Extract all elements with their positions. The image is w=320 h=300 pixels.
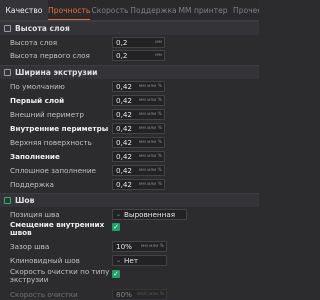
scarf-seam-dropdown[interactable]: ⌄ Нет bbox=[112, 255, 167, 266]
section-header-seam: Шов bbox=[0, 193, 259, 207]
setting-row-scarf-seam: Клиновидный шов ⌄ Нет bbox=[0, 254, 259, 267]
field-unit: мм или % bbox=[138, 126, 162, 131]
setting-row-solid-infill-width: Сплошное заполнение 0,42 мм или % bbox=[0, 164, 259, 177]
seam-gap-input[interactable]: 10% мм или % bbox=[112, 241, 167, 252]
tab-mm-printer[interactable]: MM принтер bbox=[177, 0, 229, 20]
setting-row-infill-width: Заполнение 0,42 мм или % bbox=[0, 150, 259, 163]
chevron-down-icon: ⌄ bbox=[116, 211, 122, 218]
section-title: Высота слоя bbox=[15, 24, 70, 33]
tab-bar: Качество Прочность Скорость Поддержка MM… bbox=[0, 0, 259, 21]
section-title: Ширина экструзии bbox=[15, 68, 98, 77]
first-layer-width-input[interactable]: 0,42 мм или % bbox=[112, 95, 165, 106]
field-value: 0,42 bbox=[116, 82, 133, 91]
width-icon bbox=[4, 69, 11, 76]
dropdown-value: Выровненная bbox=[124, 210, 176, 219]
field-unit: мм или % bbox=[138, 154, 162, 159]
settings-panel: Высота слоя Высота слоя 0,2 мм Высота пе… bbox=[0, 21, 259, 300]
inner-wall-width-input[interactable]: 0,42 мм или % bbox=[112, 123, 165, 134]
default-width-input[interactable]: 0,42 мм или % bbox=[112, 81, 165, 92]
setting-row-top-surface-width: Верхняя поверхность 0,42 мм или % bbox=[0, 136, 259, 149]
field-unit: мм/с или % bbox=[136, 292, 164, 297]
first-layer-height-input[interactable]: 0,2 мм bbox=[112, 50, 165, 61]
setting-label: Сплошное заполнение bbox=[10, 166, 96, 175]
setting-label: Высота слоя bbox=[10, 38, 58, 47]
field-unit: мм или % bbox=[138, 84, 162, 89]
field-value: 0,42 bbox=[116, 96, 133, 105]
dropdown-value: Нет bbox=[124, 256, 139, 265]
setting-label: Верхняя поверхность bbox=[10, 138, 92, 147]
field-value: 0,42 bbox=[116, 110, 133, 119]
field-value: 0,42 bbox=[116, 166, 133, 175]
field-unit: мм или % bbox=[138, 182, 162, 187]
section-header-line-width: Ширина экструзии bbox=[0, 65, 259, 79]
top-surface-width-input[interactable]: 0,42 мм или % bbox=[112, 137, 165, 148]
setting-label: По умолчанию bbox=[10, 82, 65, 91]
field-value: 0,42 bbox=[116, 152, 133, 161]
setting-label: Зазор шва bbox=[10, 242, 50, 251]
setting-row-first-layer-width: Первый слой 0,42 мм или % bbox=[0, 94, 259, 107]
setting-label: Внутренние периметры bbox=[10, 124, 109, 133]
setting-row-inner-wall-width: Внутренние периметры 0,42 мм или % bbox=[0, 122, 259, 135]
field-unit: мм или % bbox=[138, 168, 162, 173]
seam-icon bbox=[4, 197, 11, 204]
setting-row-default-width: По умолчанию 0,42 мм или % bbox=[0, 80, 259, 93]
field-value: 0,42 bbox=[116, 180, 133, 189]
field-value: 10% bbox=[116, 242, 132, 251]
setting-row-wipe-speed: Скорость очистки 80% мм/с или % bbox=[0, 288, 259, 300]
field-value: 0,42 bbox=[116, 124, 133, 133]
setting-row-outer-wall-width: Внешний периметр 0,42 мм или % bbox=[0, 108, 259, 121]
setting-label: Высота первого слоя bbox=[10, 51, 90, 60]
field-value: 0,42 bbox=[116, 138, 133, 147]
setting-label: Скорость очистки bbox=[10, 290, 78, 299]
infill-width-input[interactable]: 0,42 мм или % bbox=[112, 151, 165, 162]
field-value: 80% bbox=[116, 290, 132, 299]
tab-other[interactable]: Прочее bbox=[229, 0, 259, 20]
setting-label: Клиновидный шов bbox=[10, 256, 80, 265]
field-unit: мм или % bbox=[138, 98, 162, 103]
setting-row-support-width: Поддержка 0,42 мм или % bbox=[0, 178, 259, 191]
setting-row-wipe-by-type: Скорость очистки по типу экструзии ✓ bbox=[0, 268, 259, 286]
tab-speed[interactable]: Скорость bbox=[90, 0, 130, 20]
setting-label: Первый слой bbox=[10, 96, 65, 105]
layer-height-input[interactable]: 0,2 мм bbox=[112, 37, 165, 48]
wipe-speed-input[interactable]: 80% мм/с или % bbox=[112, 289, 167, 300]
seam-position-dropdown[interactable]: ⌄ Выровненная bbox=[112, 209, 187, 220]
setting-label: Поддержка bbox=[10, 180, 54, 189]
field-unit: мм или % bbox=[138, 140, 162, 145]
wipe-by-type-checkbox[interactable]: ✓ bbox=[112, 270, 120, 278]
staggered-seams-checkbox[interactable]: ✓ bbox=[112, 223, 120, 231]
field-value: 0,2 bbox=[116, 38, 128, 47]
field-unit: мм bbox=[155, 53, 162, 58]
tab-strength[interactable]: Прочность bbox=[48, 0, 90, 20]
setting-row-staggered-seams: Смещение внутренних швов ✓ bbox=[0, 221, 259, 239]
setting-label: Внешний периметр bbox=[10, 110, 84, 119]
setting-label: Заполнение bbox=[10, 152, 60, 161]
setting-label: Смещение внутренних швов bbox=[10, 220, 105, 237]
outer-wall-width-input[interactable]: 0,42 мм или % bbox=[112, 109, 165, 120]
solid-infill-width-input[interactable]: 0,42 мм или % bbox=[112, 165, 165, 176]
setting-label: Скорость очистки по типу экструзии bbox=[10, 267, 110, 284]
chevron-down-icon: ⌄ bbox=[116, 257, 122, 264]
tab-quality[interactable]: Качество bbox=[0, 0, 48, 20]
field-unit: мм или % bbox=[138, 112, 162, 117]
field-value: 0,2 bbox=[116, 51, 128, 60]
setting-row-first-layer-height: Высота первого слоя 0,2 мм bbox=[0, 49, 259, 62]
support-width-input[interactable]: 0,42 мм или % bbox=[112, 179, 165, 190]
field-unit: мм или % bbox=[140, 244, 164, 249]
layers-icon bbox=[4, 25, 11, 32]
section-title: Шов bbox=[15, 196, 35, 205]
setting-row-layer-height: Высота слоя 0,2 мм bbox=[0, 36, 259, 49]
field-unit: мм bbox=[155, 40, 162, 45]
tab-support[interactable]: Поддержка bbox=[130, 0, 177, 20]
setting-row-seam-gap: Зазор шва 10% мм или % bbox=[0, 240, 259, 253]
section-header-layer-height: Высота слоя bbox=[0, 21, 259, 35]
